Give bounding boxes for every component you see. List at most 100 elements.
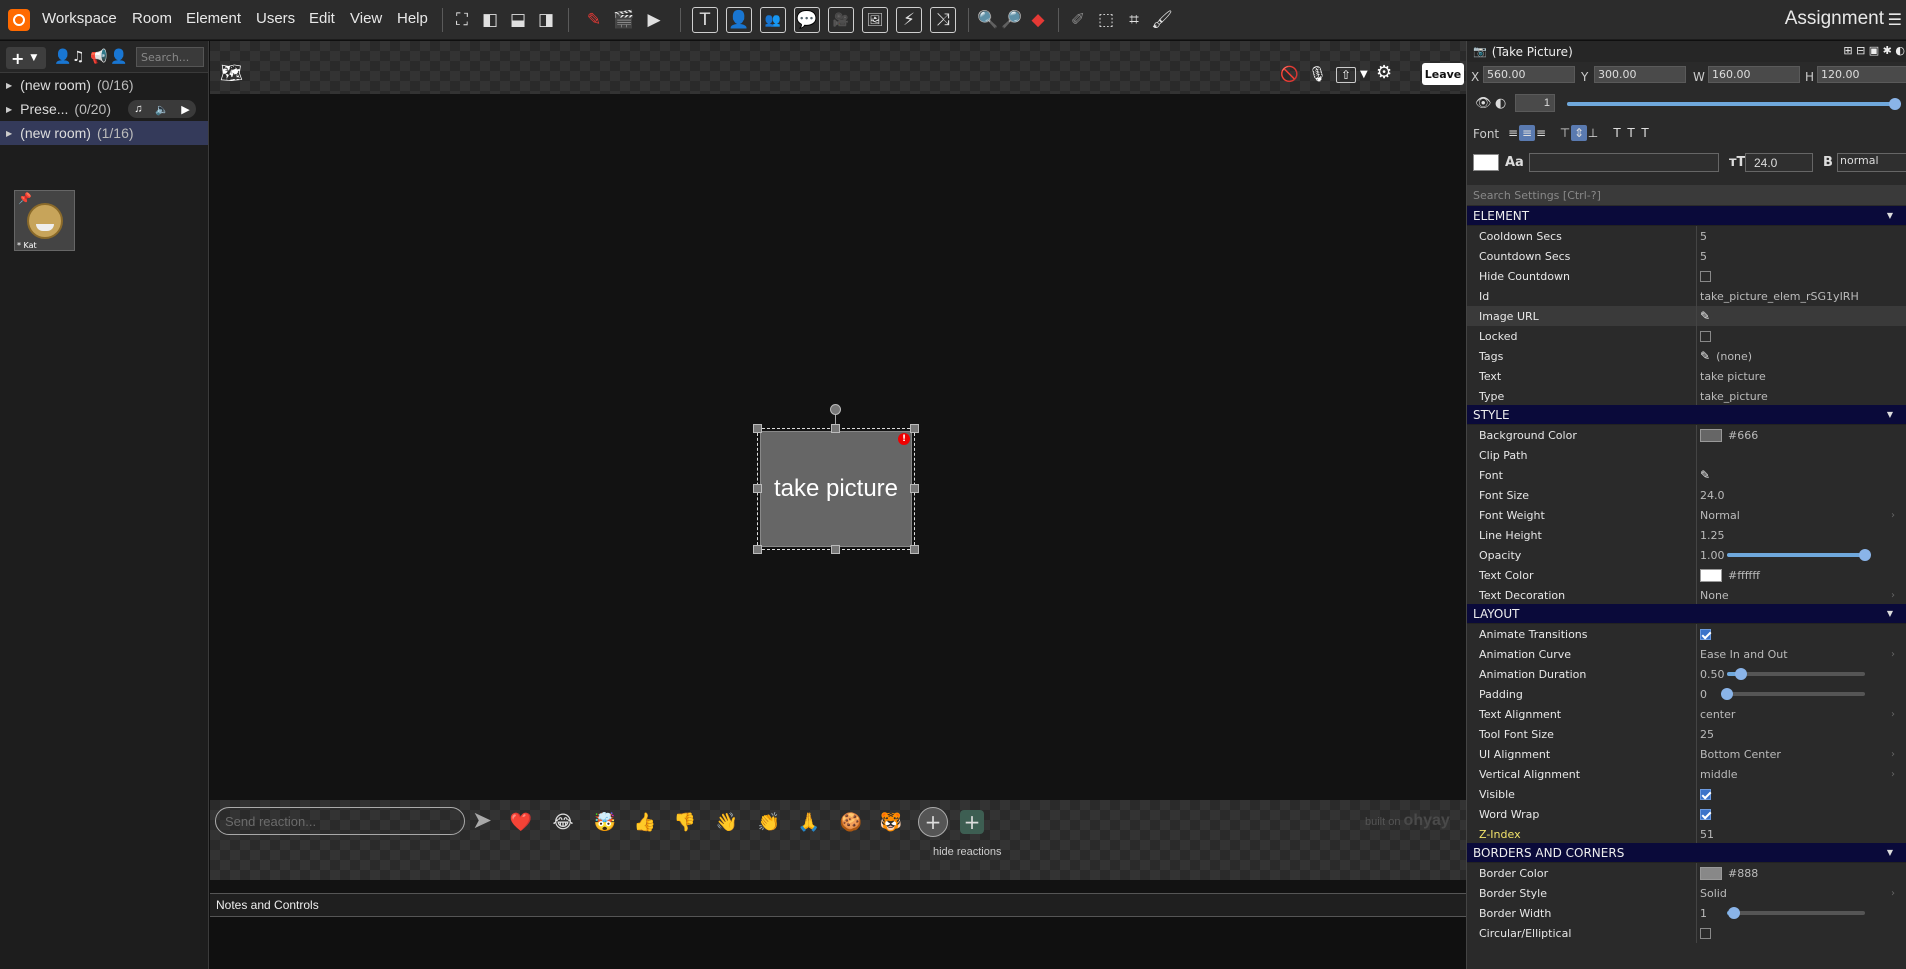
video-tool-icon[interactable]: 🎥 <box>828 7 854 33</box>
prop-clip-path[interactable]: Clip Path <box>1467 445 1906 465</box>
text-tool-icon[interactable]: T <box>692 7 718 33</box>
padding-slider-track[interactable] <box>1727 692 1865 696</box>
font-size-input[interactable] <box>1745 153 1813 172</box>
clapper-icon[interactable]: 🎬 <box>610 6 638 34</box>
prop-vertical-alignment[interactable]: Vertical Alignment middle › <box>1467 764 1906 784</box>
room-row[interactable]: ▶ Prese... (0/20) ♫ 🔈 ▶ <box>0 97 208 121</box>
thumbs-down-reaction-icon[interactable]: 👎 <box>670 807 700 837</box>
tiger-reaction-icon[interactable]: 🐯 <box>876 807 906 837</box>
share-screen-icon[interactable]: ⇧ <box>1336 67 1357 83</box>
resize-handle[interactable] <box>910 484 919 493</box>
prop-text-color[interactable]: Text Color #ffffff <box>1467 565 1906 585</box>
font-family-input[interactable] <box>1529 153 1719 172</box>
padding-slider-knob[interactable] <box>1721 688 1733 700</box>
prop-image-url[interactable]: Image URL ✎ <box>1467 306 1906 326</box>
eraser-icon[interactable]: ◆ <box>1024 6 1052 34</box>
shuffle-tool-icon[interactable]: ⤨ <box>930 7 956 33</box>
prop-animation-duration[interactable]: Animation Duration 0.50 <box>1467 664 1906 684</box>
word-wrap-checkbox[interactable] <box>1700 808 1711 820</box>
prop-border-color[interactable]: Border Color #888 <box>1467 863 1906 883</box>
expand-triangle-icon[interactable]: ▶ <box>6 81 12 90</box>
layer-input[interactable] <box>1515 94 1555 112</box>
transform-icon[interactable]: ⬚ <box>1092 6 1120 34</box>
section-layout[interactable]: LAYOUT ▼ <box>1467 604 1906 624</box>
menu-edit[interactable]: Edit <box>309 10 335 27</box>
prop-opacity[interactable]: Opacity 1.00 <box>1467 545 1906 565</box>
prop-font-weight[interactable]: Font Weight Normal › <box>1467 505 1906 525</box>
resize-handle[interactable] <box>831 424 840 433</box>
resize-handle[interactable] <box>910 545 919 554</box>
prop-tool-font-size[interactable]: Tool Font Size 25 <box>1467 724 1906 744</box>
prop-value[interactable] <box>1697 445 1906 465</box>
prop-value[interactable]: 51 <box>1697 824 1906 844</box>
assignment-title[interactable]: Assignment <box>1785 8 1884 30</box>
color-value[interactable]: #ffffff <box>1728 569 1760 582</box>
resize-handle[interactable] <box>753 545 762 554</box>
resize-handle[interactable] <box>753 424 762 433</box>
resize-handle[interactable] <box>753 484 762 493</box>
resize-handle[interactable] <box>910 424 919 433</box>
lightning-tool-icon[interactable]: ⚡ <box>896 7 922 33</box>
music-icon[interactable]: ♫ <box>72 49 85 65</box>
user-tile[interactable]: 📌 * Kat <box>14 190 75 251</box>
user-red-icon[interactable]: 👤 <box>54 49 71 65</box>
pray-reaction-icon[interactable]: 🙏 <box>794 807 824 837</box>
prop-locked[interactable]: Locked <box>1467 326 1906 346</box>
music-icon[interactable]: ♫ <box>134 103 142 115</box>
section-style[interactable]: STYLE ▼ <box>1467 405 1906 425</box>
duration-slider-track[interactable] <box>1727 672 1865 676</box>
cookie-reaction-icon[interactable]: 🍪 <box>836 807 866 837</box>
play-icon[interactable]: ▶ <box>640 6 668 34</box>
chat-tool-icon[interactable]: 💬 <box>794 7 820 33</box>
megaphone-icon[interactable]: 📢 <box>90 49 107 65</box>
prop-value[interactable]: center › <box>1697 704 1906 724</box>
contrast-icon[interactable]: ◐ <box>1495 96 1506 111</box>
circular-checkbox[interactable] <box>1700 927 1711 939</box>
font-weight-input[interactable]: normal <box>1837 153 1906 172</box>
opacity-slider-knob[interactable] <box>1889 98 1901 110</box>
prop-hide-countdown[interactable]: Hide Countdown <box>1467 266 1906 286</box>
prop-animate-transitions[interactable]: Animate Transitions <box>1467 624 1906 644</box>
room-row[interactable]: ▶ (new room) (0/16) <box>0 73 208 97</box>
prop-value[interactable]: 5 <box>1697 246 1906 266</box>
menu-element[interactable]: Element <box>186 10 241 27</box>
prop-border-style[interactable]: Border Style Solid › <box>1467 883 1906 903</box>
border-color-swatch[interactable] <box>1700 866 1722 880</box>
prop-visible[interactable]: Visible <box>1467 784 1906 804</box>
prop-font[interactable]: Font ✎ <box>1467 465 1906 485</box>
menu-help[interactable]: Help <box>397 10 428 27</box>
warning-icon[interactable]: ! <box>898 433 910 445</box>
prop-value[interactable]: Normal › <box>1697 505 1906 525</box>
stage-canvas[interactable]: take picture ! <box>210 94 1466 800</box>
thumbs-up-reaction-icon[interactable]: 👍 <box>630 807 660 837</box>
expand-triangle-icon[interactable]: ▶ <box>6 105 12 114</box>
zoom-in-icon[interactable]: 🔎 <box>998 6 1026 34</box>
prop-value[interactable]: 25 <box>1697 724 1906 744</box>
menu-users[interactable]: Users <box>256 10 295 27</box>
pen-icon[interactable]: ✐ <box>1064 6 1092 34</box>
prop-tags[interactable]: Tags ✎ (none) <box>1467 346 1906 366</box>
sidebar-search-input[interactable] <box>136 47 204 67</box>
group-tool-icon[interactable]: 👥 <box>760 7 786 33</box>
animate-transitions-checkbox[interactable] <box>1700 628 1711 640</box>
camera-off-icon[interactable]: 🚫 <box>1280 65 1299 83</box>
x-input[interactable] <box>1483 66 1575 83</box>
prop-cooldown-secs[interactable]: Cooldown Secs 5 <box>1467 226 1906 246</box>
edit-icon[interactable]: ✎ <box>1700 468 1710 482</box>
resize-handle[interactable] <box>831 545 840 554</box>
y-input[interactable] <box>1594 66 1686 83</box>
notes-header[interactable]: Notes and Controls <box>210 893 1466 917</box>
menu-view[interactable]: View <box>350 10 382 27</box>
prop-text[interactable]: Text take picture <box>1467 366 1906 386</box>
prop-value[interactable]: take_picture_elem_rSG1yIRH <box>1697 286 1906 306</box>
person-icon[interactable]: 👤 <box>110 49 127 65</box>
gear-icon[interactable]: ⚙ <box>1376 62 1392 83</box>
laughing-reaction-icon[interactable]: 😂 <box>548 807 578 837</box>
mic-off-icon[interactable]: 🎙 <box>1308 65 1327 83</box>
add-room-button[interactable]: + ▼ <box>6 47 46 69</box>
format-painter-icon[interactable]: 🖌 <box>1148 6 1176 34</box>
prop-value[interactable]: take picture <box>1697 366 1906 386</box>
chevron-down-icon[interactable]: ▼ <box>1887 609 1893 618</box>
crop-icon[interactable]: ⌗ <box>1120 6 1148 34</box>
prop-countdown-secs[interactable]: Countdown Secs 5 <box>1467 246 1906 266</box>
